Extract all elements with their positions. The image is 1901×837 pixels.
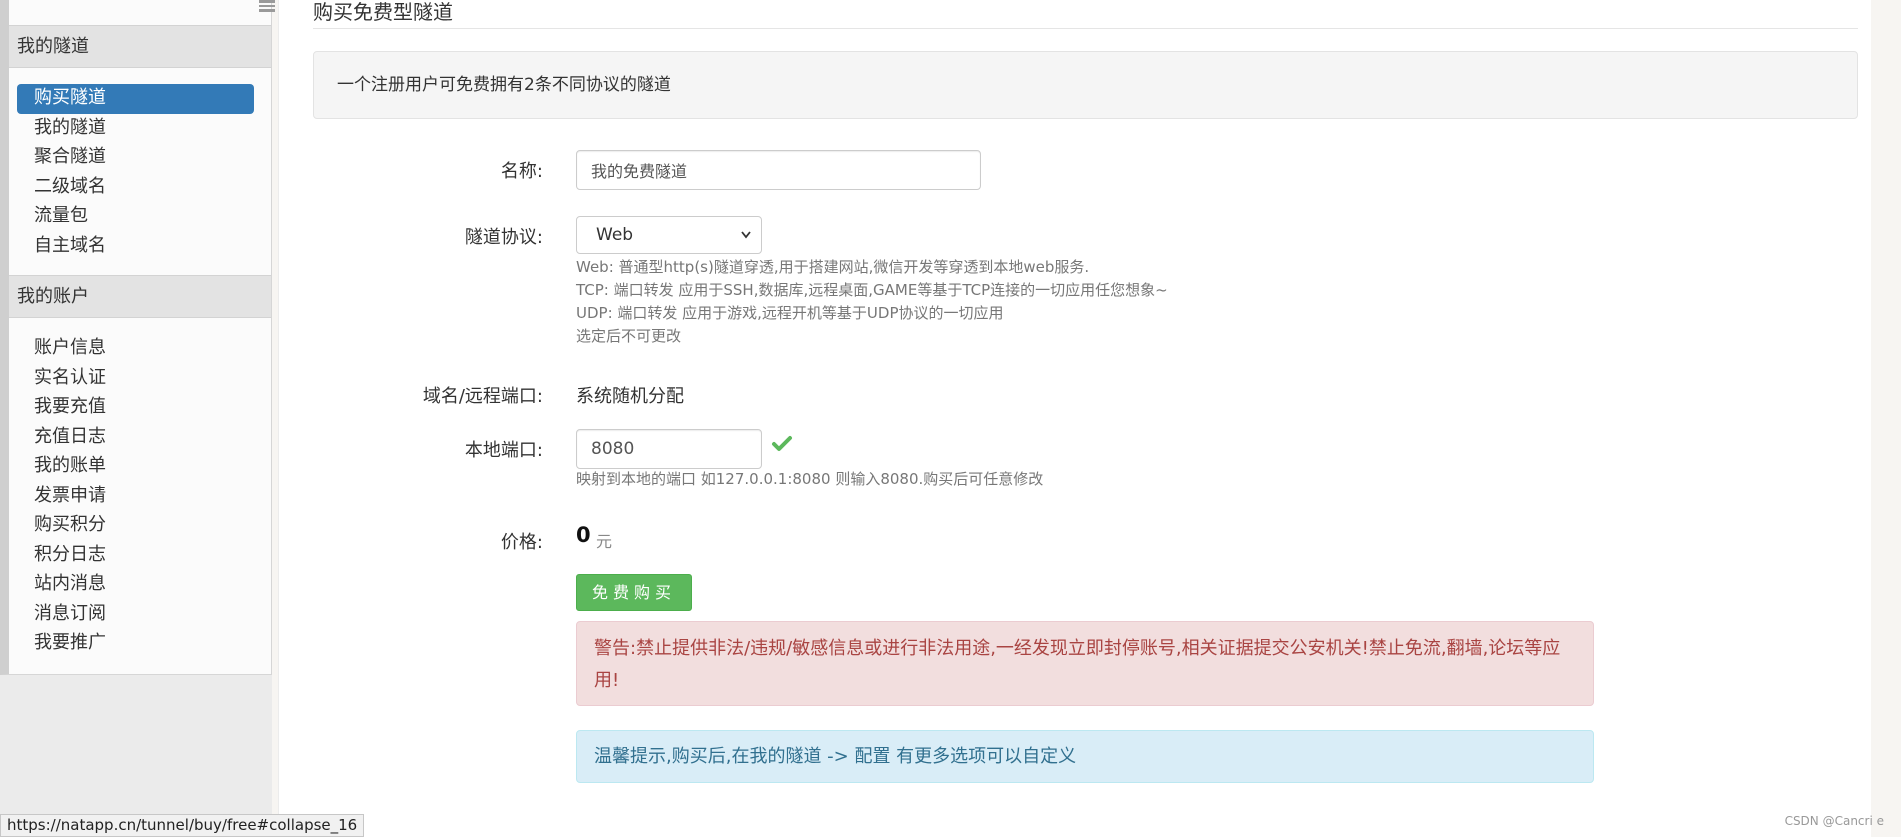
sidebar-tunnel-list: 购买隧道 我的隧道 聚合隧道 二级域名 流量包 自主域名 [9,84,271,261]
sidebar-item-messages[interactable]: 站内消息 [17,570,271,600]
sidebar-item-buy-tunnel[interactable]: 购买隧道 [17,84,254,114]
protocol-help-note: 选定后不可更改 [576,327,682,345]
sidebar-item-recharge-log[interactable]: 充值日志 [17,423,271,453]
check-icon [771,434,793,459]
name-label: 名称: [500,161,543,182]
sidebar: 我的隧道 购买隧道 我的隧道 聚合隧道 二级域名 流量包 自主域名 我的账户 账… [0,0,275,837]
sidebar-item-real-name-auth[interactable]: 实名认证 [17,364,271,394]
domain-value: 系统随机分配 [576,386,684,407]
domain-label: 域名/远程端口: [422,386,543,407]
sidebar-account-list: 账户信息 实名认证 我要充值 充值日志 我的账单 发票申请 购买积分 积分日志 … [9,334,271,659]
watermark: CSDN @Cancri e [1784,814,1884,828]
sidebar-item-subdomains[interactable]: 二级域名 [17,173,271,203]
sidebar-section-tunnels[interactable]: 我的隧道 [9,25,271,68]
free-buy-button[interactable]: 免费购买 [576,574,692,611]
status-bar-url: https://natapp.cn/tunnel/buy/free#collap… [0,814,365,837]
sidebar-item-custom-domains[interactable]: 自主域名 [17,232,271,262]
sidebar-item-my-bills[interactable]: 我的账单 [17,452,271,482]
sidebar-item-buy-points[interactable]: 购买积分 [17,511,271,541]
protocol-selected-value: Web [596,225,634,245]
main-content [278,0,1871,837]
protocol-help-web: Web: 普通型http(s)隧道穿透,用于搭建网站,微信开发等穿透到本地web… [576,258,1090,276]
warning-alert: 警告:禁止提供非法/违规/敏感信息或进行非法用途,一经发现立即封停账号,相关证据… [576,621,1594,706]
sidebar-section-account[interactable]: 我的账户 [9,275,271,318]
page-title: 购买免费型隧道 [313,0,453,24]
protocol-label: 隧道协议: [464,227,543,248]
local-port-help: 映射到本地的端口 如127.0.0.1:8080 则输入8080.购买后可任意修… [576,470,1044,488]
info-box: 一个注册用户可免费拥有2条不同协议的隧道 [313,51,1858,119]
sidebar-item-my-tunnels[interactable]: 我的隧道 [17,114,271,144]
sidebar-item-recharge[interactable]: 我要充值 [17,393,271,423]
price-value: 0 [576,523,591,547]
tunnel-name-input[interactable] [576,150,981,190]
protocol-select[interactable]: Web [576,216,762,254]
price-unit: 元 [596,532,613,551]
sidebar-item-traffic-packs[interactable]: 流量包 [17,202,271,232]
sidebar-item-points-log[interactable]: 积分日志 [17,541,271,571]
sidebar-item-subscriptions[interactable]: 消息订阅 [17,600,271,630]
sidebar-collapse-icon[interactable] [259,0,275,13]
local-port-input[interactable] [576,429,762,469]
sidebar-item-aggregate-tunnels[interactable]: 聚合隧道 [17,143,271,173]
title-divider [313,28,1858,29]
price-label: 价格: [500,532,543,553]
sidebar-item-account-info[interactable]: 账户信息 [17,334,271,364]
sidebar-item-invoice[interactable]: 发票申请 [17,482,271,512]
protocol-help: Web: 普通型http(s)隧道穿透,用于搭建网站,微信开发等穿透到本地web… [576,256,1168,348]
sidebar-item-referral[interactable]: 我要推广 [17,629,271,659]
protocol-help-tcp: TCP: 端口转发 应用于SSH,数据库,远程桌面,GAME等基于TCP连接的一… [576,281,1168,299]
tip-alert: 温馨提示,购买后,在我的隧道 -> 配置 有更多选项可以自定义 [576,730,1594,783]
local-port-label: 本地端口: [464,440,543,461]
protocol-help-udp: UDP: 端口转发 应用于游戏,远程开机等基于UDP协议的一切应用 [576,304,1004,322]
